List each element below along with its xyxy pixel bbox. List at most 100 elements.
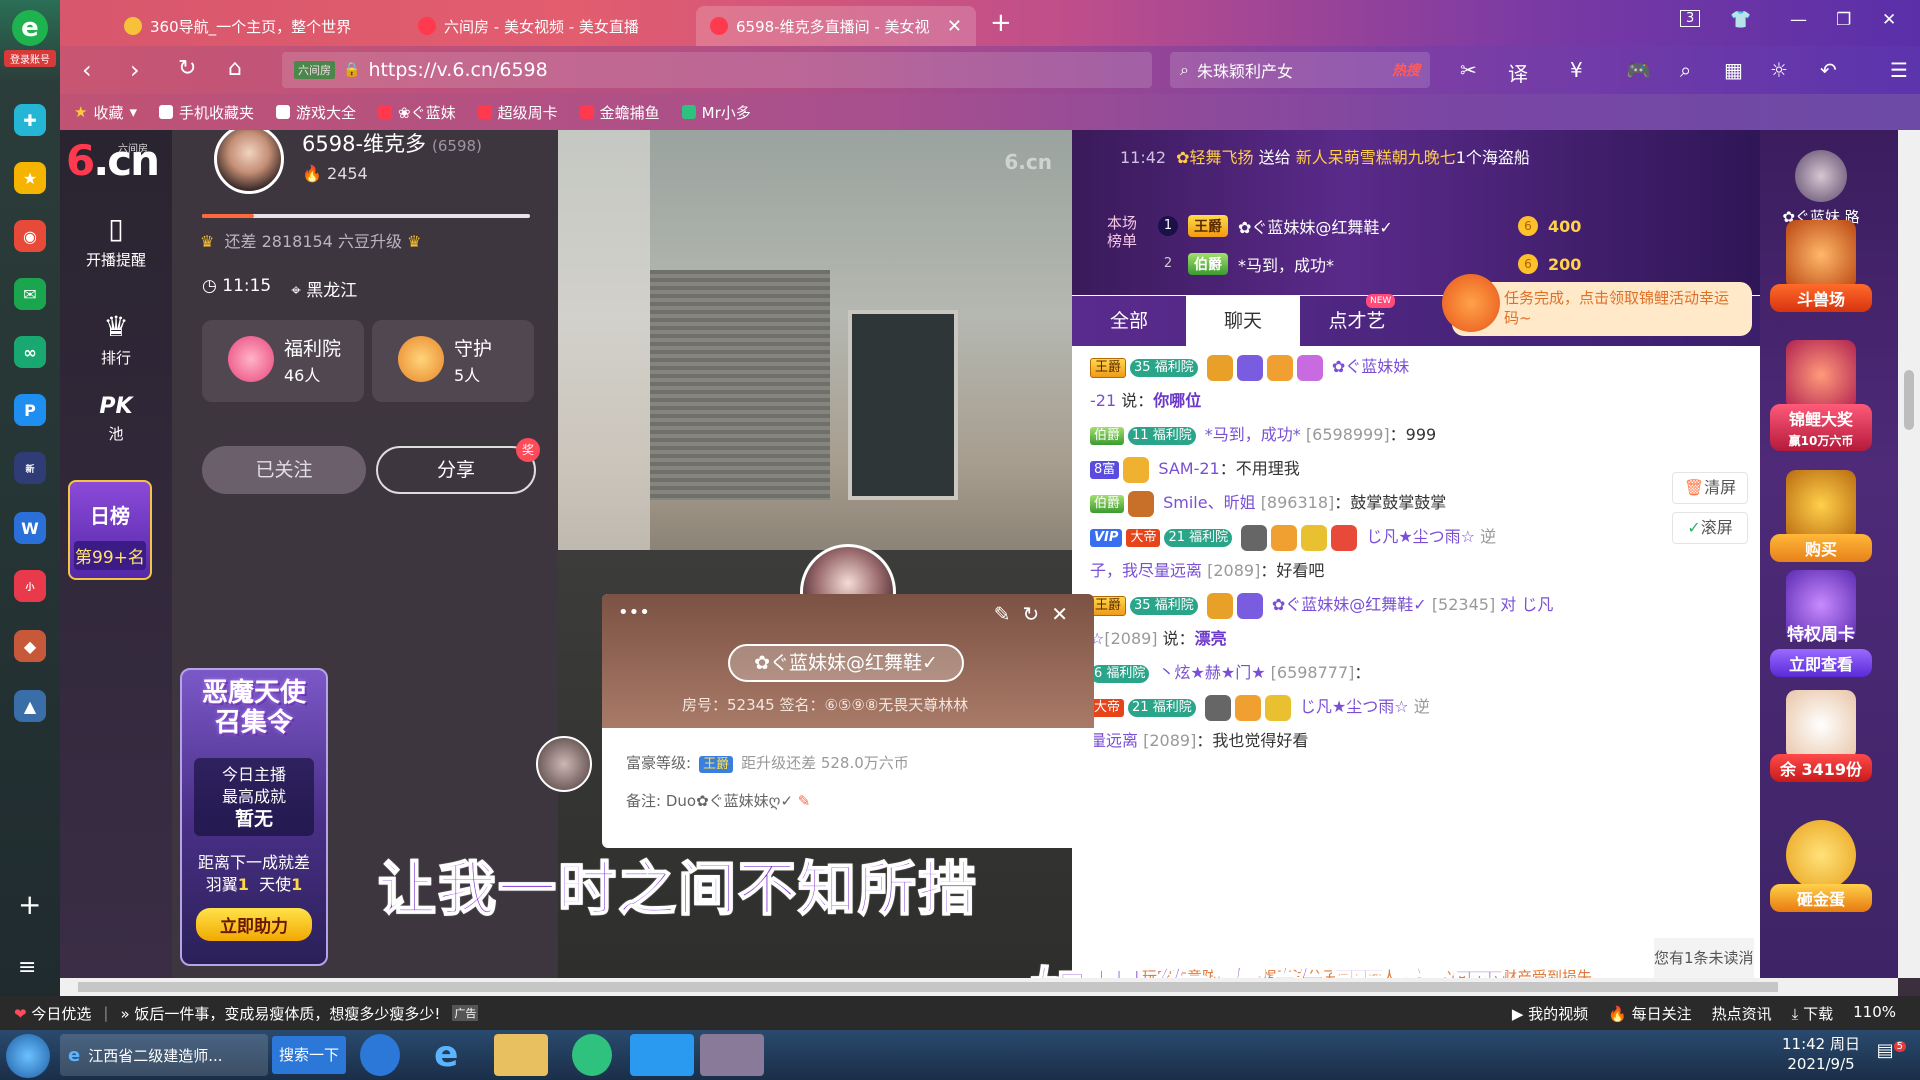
guard-card[interactable]: 守护 5人	[372, 320, 534, 402]
minimize-button[interactable]: —	[1790, 10, 1807, 30]
gift-sender[interactable]: ✿轻舞飞扬	[1176, 148, 1253, 167]
follow-button[interactable]: 已关注	[202, 446, 366, 494]
arena-promo[interactable]: 斗兽场	[1770, 220, 1872, 312]
player-icon[interactable]	[630, 1034, 694, 1076]
p-app-icon[interactable]: P	[14, 394, 46, 426]
chat-user[interactable]: じ凡★尘つ雨☆	[1366, 527, 1475, 546]
edit-icon[interactable]: ✎	[994, 602, 1023, 626]
castle-app-icon[interactable]: ▲	[14, 690, 46, 722]
gamepad-icon[interactable]: 🎮	[1626, 58, 1651, 82]
promo-user-avatar[interactable]: ✿ぐ蓝妹 路	[1770, 150, 1872, 227]
chat-user[interactable]: Smile、昕姐	[1163, 493, 1255, 512]
login-button[interactable]: e 登录账号	[4, 10, 56, 72]
game-app-icon[interactable]: ◆	[14, 630, 46, 662]
today-picks[interactable]: ❤ 今日优选	[14, 1003, 91, 1024]
angel-event-card[interactable]: 恶魔天使 召集令 今日主播 最高成就 暂无 距离下一成就差 羽翼1 天使1 立即助…	[180, 668, 328, 966]
restore-button[interactable]: ❐	[1836, 10, 1851, 30]
back-button[interactable]: ‹	[82, 56, 92, 84]
gift-receiver[interactable]: 新人呆萌雪糕朝九晚七	[1296, 148, 1456, 167]
chat-user[interactable]: 丶炫★赫★门★	[1159, 663, 1266, 682]
bookmark-item[interactable]: Mr小多	[681, 102, 751, 123]
more-icon[interactable]: •••	[618, 602, 650, 623]
menu-icon[interactable]: ☰	[1890, 58, 1908, 82]
shirt-icon[interactable]: 👕	[1730, 10, 1751, 30]
edit-note-icon[interactable]: ✎	[798, 792, 811, 810]
vertical-scrollbar[interactable]	[1898, 130, 1920, 978]
privilege-card-promo[interactable]: 特权周卡 立即查看	[1770, 570, 1872, 677]
kugou-icon[interactable]	[360, 1034, 400, 1076]
bookmark-item[interactable]: 超级周卡	[477, 102, 558, 123]
clear-screen-button[interactable]: 🗑清屏	[1672, 472, 1748, 504]
chat-user[interactable]: じ凡★尘つ雨☆	[1300, 697, 1409, 716]
tab-all[interactable]: 全部	[1072, 296, 1186, 346]
auto-scroll-button[interactable]: ✓滚屏	[1672, 512, 1748, 544]
lucky-cat-promo[interactable]: 余 3419份	[1770, 690, 1872, 782]
unread-message-bar[interactable]: 您有1条未读消息	[1654, 938, 1754, 978]
help-button[interactable]: 立即助力	[196, 908, 312, 941]
tab-360-nav[interactable]: 360导航_一个主页，整个世界	[110, 6, 400, 46]
360-taskbar-icon[interactable]	[572, 1034, 612, 1076]
forward-button[interactable]: ›	[130, 56, 140, 84]
refresh-button[interactable]: ↻	[178, 56, 196, 81]
bookmark-item[interactable]: ★ 收藏 ▾	[74, 102, 137, 123]
bookmark-item[interactable]: 金蟾捕鱼	[579, 102, 660, 123]
link-icon[interactable]: ∞	[14, 336, 46, 368]
welfare-card[interactable]: 福利院 46人	[202, 320, 364, 402]
live-reminder-nav[interactable]: ▯ 开播提醒	[60, 212, 172, 270]
rail-menu-icon[interactable]: ≡	[18, 955, 36, 980]
rank-row[interactable]: 2 伯爵 *马到，成功* 6 200	[1158, 252, 1581, 276]
rank-row[interactable]: 1 王爵 ✿ぐ蓝妹妹@红舞鞋✓ 6 400	[1158, 214, 1581, 238]
bookmark-item[interactable]: 游戏大全	[276, 102, 356, 123]
share-button[interactable]: 分享 奖	[376, 438, 540, 494]
search-input[interactable]: ⌕ 朱珠颖利产女 热搜	[1170, 52, 1430, 88]
my-video-link[interactable]: ▶ 我的视频	[1512, 1003, 1588, 1024]
ie-taskbar-icon[interactable]: e	[424, 1034, 478, 1076]
hot-news-link[interactable]: 热点资讯	[1712, 1003, 1772, 1024]
undo-icon[interactable]: ↶	[1820, 58, 1837, 82]
koi-promo[interactable]: 锦鲤大奖 赢10万六币	[1770, 340, 1872, 451]
buy-promo[interactable]: 购买	[1770, 470, 1872, 562]
task-complete-bubble[interactable]: 任务完成，点击领取锦鲤活动幸运码~	[1442, 274, 1752, 336]
translate-icon[interactable]: 译	[1508, 58, 1528, 87]
find-icon[interactable]: ⌕	[1680, 58, 1691, 82]
new-tab-button[interactable]: +	[990, 8, 1012, 38]
coupon-icon[interactable]: ¥	[1570, 58, 1583, 82]
apps-grid-icon[interactable]: ▦	[1724, 58, 1743, 82]
home-button[interactable]: ⌂	[228, 56, 242, 81]
chat-user[interactable]: *马到，成功*	[1205, 425, 1301, 444]
news-ticker[interactable]: » 饭后一件事，变成易瘦体质，想瘦多少瘦多少!	[120, 1003, 440, 1024]
brightness-icon[interactable]: ☼	[1770, 58, 1788, 82]
refresh-icon[interactable]: ↻	[1022, 602, 1051, 626]
chat-user[interactable]: ✿ぐ蓝妹妹@红舞鞋✓	[1272, 595, 1427, 614]
download-link[interactable]: ⤓ 下载	[1792, 1003, 1833, 1024]
6cn-logo[interactable]: 6.cn 六间房	[66, 136, 166, 186]
live-window-icon[interactable]	[700, 1034, 764, 1076]
ranking-nav[interactable]: ♛ 排行	[60, 310, 172, 368]
word-icon[interactable]: W	[14, 512, 46, 544]
task-search-button[interactable]: 搜索一下	[272, 1036, 346, 1074]
start-button[interactable]	[6, 1034, 50, 1078]
tab-talent[interactable]: 点才艺 NEW	[1300, 294, 1414, 346]
tab-6cn-home[interactable]: 六间房 - 美女视频 - 美女直播	[404, 6, 692, 46]
close-icon[interactable]: ✕	[1051, 602, 1080, 626]
mail-icon[interactable]: ✉	[14, 278, 46, 310]
weibo-icon[interactable]: ◉	[14, 220, 46, 252]
bookmark-item[interactable]: 手机收藏夹	[159, 102, 254, 123]
chat-user[interactable]: SAM-21	[1158, 459, 1219, 478]
task-ie-window[interactable]: e 江西省二级建造师...	[60, 1034, 268, 1076]
url-input[interactable]: 六间房 🔒 https://v.6.cn/6598	[282, 52, 1152, 88]
tab-chat[interactable]: 聊天	[1186, 296, 1300, 346]
add-app-button[interactable]: +	[18, 888, 41, 921]
golden-egg-promo[interactable]: 砸金蛋	[1770, 820, 1872, 912]
zoom-level[interactable]: 110%	[1853, 1003, 1896, 1024]
gift-sender-avatar[interactable]	[536, 736, 592, 792]
scissors-icon[interactable]: ✂	[1460, 58, 1477, 82]
news-app-icon[interactable]: 新	[14, 452, 46, 484]
xhs-icon[interactable]: 小	[14, 570, 46, 602]
tab-count[interactable]: 3	[1680, 10, 1701, 27]
tab-6598-room[interactable]: 6598-维克多直播间 - 美女视 ✕	[696, 6, 976, 46]
horizontal-scrollbar[interactable]	[60, 978, 1898, 996]
plus-app-icon[interactable]: ✚	[14, 104, 46, 136]
close-tab-icon[interactable]: ✕	[947, 16, 962, 37]
explorer-icon[interactable]	[494, 1034, 548, 1076]
